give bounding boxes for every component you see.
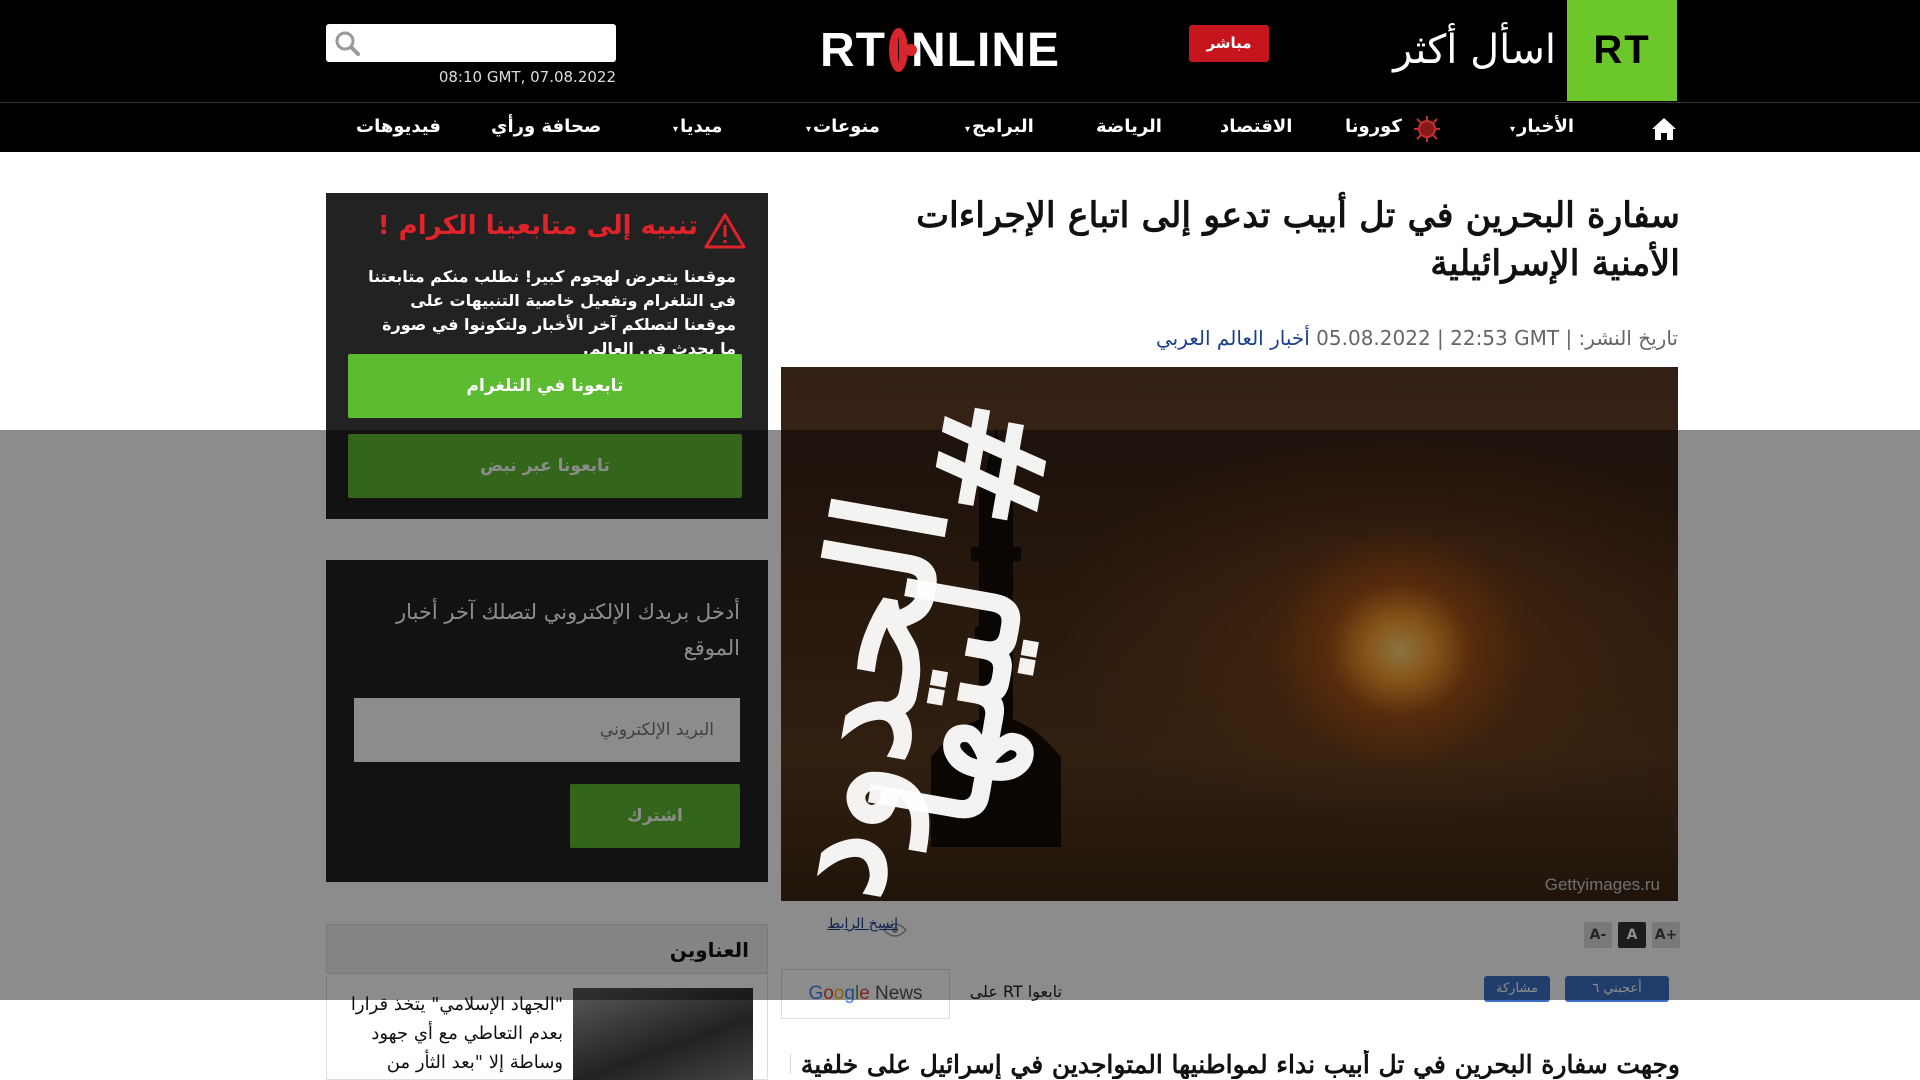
- home-icon[interactable]: [1650, 116, 1678, 142]
- search-input[interactable]: [326, 24, 616, 62]
- article-lead: وجهت سفارة البحرين في تل أبيب نداء لمواط…: [790, 1050, 1680, 1079]
- telegram-follow-button[interactable]: تابعونا في التلغرام: [348, 354, 742, 418]
- top-header-bar: RT اسأل أكثر مباشر RT NLINE 08:10 GMT, 0…: [0, 0, 1920, 102]
- brand-ring-icon: [888, 28, 918, 72]
- article-category-link[interactable]: أخبار العالم العربي: [1156, 326, 1310, 350]
- headline-thumbnail[interactable]: [573, 988, 753, 1080]
- current-datetime: 08:10 GMT, 07.08.2022: [438, 68, 616, 86]
- nav-item-economy[interactable]: الاقتصاد: [1220, 103, 1292, 153]
- headline-item-text[interactable]: "الجهاد الإسلامي" يتخذ قرارا بعدم التعاط…: [333, 990, 563, 1077]
- nav-item-sports[interactable]: الرياضة: [1096, 103, 1162, 153]
- nav-item-press-opinion[interactable]: صحافة ورأي: [491, 103, 601, 153]
- nav-item-news[interactable]: الأخبار▾: [1510, 103, 1574, 153]
- article-headline: سفارة البحرين في تل أبيب تدعو إلى اتباع …: [916, 195, 1680, 284]
- publish-label: تاريخ النشر:: [1578, 326, 1678, 350]
- alert-title: تنبيه إلى متابعينا الكرام !: [377, 211, 698, 241]
- brand-left: RT: [820, 23, 886, 77]
- article-meta: تاريخ النشر: 05.08.2022 | 22:53 GMT | أخ…: [900, 326, 1678, 356]
- alert-body: موقعنا يتعرض لهجوم كبير! نطلب منكم متابع…: [368, 267, 736, 358]
- nav-item-misc[interactable]: منوعات▾: [806, 103, 880, 153]
- live-button[interactable]: مباشر: [1189, 25, 1269, 62]
- warning-icon: [704, 213, 746, 249]
- rt-logo[interactable]: RT: [1567, 0, 1677, 101]
- publish-date: 05.08.2022 | 22:53 GMT |: [1316, 326, 1573, 350]
- rt-online-logo[interactable]: RT NLINE: [820, 18, 1060, 82]
- slogan: اسأل أكثر: [1393, 27, 1556, 73]
- nav-item-programs[interactable]: البرامج▾: [965, 103, 1034, 153]
- search-icon[interactable]: [334, 30, 360, 56]
- nav-item-media[interactable]: ميديا▾: [673, 103, 722, 153]
- nav-item-corona[interactable]: كورونا: [1345, 103, 1402, 153]
- virus-icon: [1414, 116, 1440, 142]
- nav-item-videos[interactable]: فيديوهات: [356, 103, 441, 153]
- brand-right: NLINE: [911, 23, 1060, 77]
- main-navigation: الأخبار▾ كورونا الاقتصاد الرياضة البرامج…: [0, 102, 1920, 152]
